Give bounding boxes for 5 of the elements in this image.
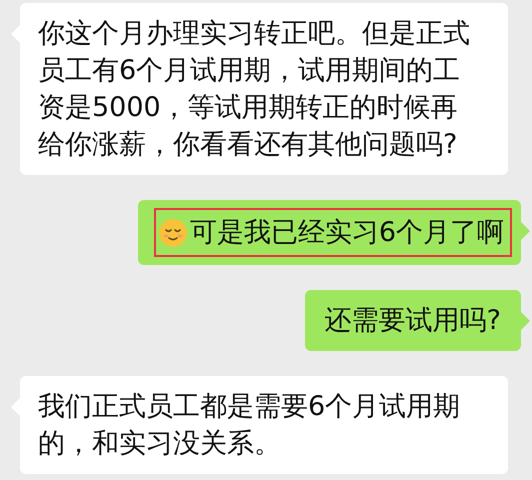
smiley-icon [158, 218, 188, 248]
message-text: 你这个月办理实习转正吧。但是正式 员工有6个月试用期，试用期间的工 资是5000，等试用期转正的时候再 给你涨薪，你看看还有其他问题吗? [38, 17, 470, 162]
message-text: 我们正式员工都是需要6个月试用期 的，和实习没关系。 [38, 390, 460, 461]
message-text: 还需要试用吗? [324, 304, 501, 338]
message-text: 可是我已经实习6个月了啊 [190, 216, 504, 250]
